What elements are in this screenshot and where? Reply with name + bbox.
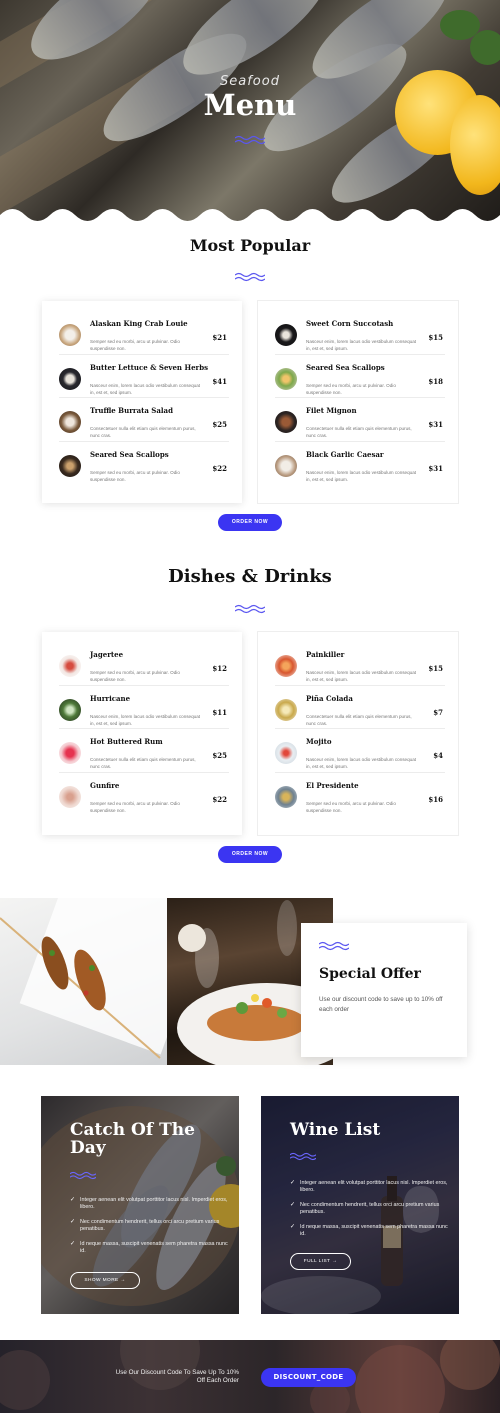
list-item: ✓ Integer aenean elit volutpat porttitor … (70, 1197, 228, 1210)
menu-item: Hurricane Nasceur enim, lorem lacus odio… (59, 686, 229, 729)
hero-banner: Seafood Menu (0, 0, 500, 222)
wave-divider-icon (70, 1171, 96, 1180)
check-icon: ✓ (70, 1197, 76, 1203)
menu-item: Filet Mignon Consectetuer nulla elit eti… (275, 398, 445, 442)
wave-divider-icon (235, 604, 265, 614)
dish-thumbnail (275, 454, 297, 477)
order-now-button[interactable]: ORDER NOW (218, 514, 282, 531)
full-list-button[interactable]: FULL LIST → (290, 1253, 351, 1270)
menu-item: Painkiller Nasceur enim, lorem lacus odi… (275, 642, 445, 686)
check-icon: ✓ (290, 1202, 296, 1208)
check-icon: ✓ (70, 1241, 76, 1247)
drink-thumbnail (59, 785, 81, 808)
drink-thumbnail (275, 742, 297, 764)
list-item: ✓ Nec condimentum hendrerit, tellus orci … (290, 1202, 440, 1215)
dish-thumbnail (59, 367, 81, 390)
wave-divider-icon (235, 272, 265, 282)
drinks-card-left: Jagertee Semper sed eu morbi, arcu ut pu… (42, 632, 242, 835)
catch-of-the-day-card: Catch Of The Day ✓ Integer aenean elit vo… (41, 1096, 239, 1314)
skewer-photo (0, 898, 167, 1065)
menu-item: Mojito Nasceur enim, lorem lacus odio ve… (275, 729, 445, 773)
drink-thumbnail (59, 742, 81, 764)
wine-bullet-list: ✓ Integer aenean elit volutpat porttitor … (290, 1180, 450, 1246)
discount-footer: Use Our Discount Code To Save Up To 10% … (0, 1340, 500, 1413)
most-popular-heading: Most Popular (189, 236, 311, 255)
hero-subtitle: Seafood (220, 74, 280, 89)
catch-bullet-list: ✓ Integer aenean elit volutpat porttitor … (70, 1197, 230, 1263)
dish-thumbnail (59, 324, 81, 346)
menu-card-left: Alaskan King Crab Louie Semper sed eu mo… (42, 301, 242, 503)
dish-thumbnail (59, 411, 81, 433)
drink-thumbnail (59, 698, 81, 721)
special-offer-text: Use our discount code to save up to 10% … (319, 996, 443, 1013)
dishes-drinks-heading: Dishes & Drinks (168, 566, 332, 587)
list-item: ✓ Nec condimentum hendrerit, tellus orci … (70, 1219, 220, 1232)
menu-item: Seared Sea Scallops Semper sed eu morbi,… (59, 442, 229, 486)
menu-item: Truffle Burrata Salad Consectetuer nulla… (59, 398, 229, 442)
menu-item: Sweet Corn Succotash Nasceur enim, lorem… (275, 311, 445, 355)
menu-item: Gunfire Semper sed eu morbi, arcu ut pul… (59, 773, 229, 817)
dish-thumbnail (275, 411, 297, 433)
drinks-card-right: Painkiller Nasceur enim, lorem lacus odi… (258, 632, 458, 835)
menu-item: Jagertee Semper sed eu morbi, arcu ut pu… (59, 642, 229, 686)
drink-thumbnail (275, 785, 297, 808)
list-item: ✓ Integer aenean elit volutpat porttitor … (290, 1180, 448, 1193)
special-offer-card: Special Offer Use our discount code to s… (301, 923, 467, 1057)
wine-list-card: Wine List ✓ Integer aenean elit volutpat … (261, 1096, 459, 1314)
list-item: ✓ Id neque massa, suscipit venenatis sem … (70, 1241, 228, 1254)
drink-thumbnail (59, 655, 81, 677)
check-icon: ✓ (290, 1224, 296, 1230)
wave-divider-icon (319, 941, 349, 951)
check-icon: ✓ (290, 1180, 296, 1186)
dish-thumbnail (59, 454, 81, 477)
menu-item: Seared Sea Scallops Semper sed eu morbi,… (275, 355, 445, 398)
skewer-illustration (0, 898, 167, 1059)
order-now-button[interactable]: ORDER NOW (218, 846, 282, 863)
footer-background (0, 1340, 500, 1413)
discount-code-button[interactable]: DISCOUNT_CODE (261, 1368, 356, 1387)
menu-item: El Presidente Semper sed eu morbi, arcu … (275, 773, 445, 817)
hero-wave-edge (0, 209, 500, 222)
dish-thumbnail (275, 367, 297, 390)
catch-title: Catch Of The Day (70, 1120, 195, 1158)
wave-divider-icon (290, 1152, 316, 1161)
special-offer-title: Special Offer (319, 966, 421, 982)
menu-item: Hot Buttered Rum Consectetuer nulla elit… (59, 729, 229, 773)
wine-title: Wine List (290, 1120, 381, 1140)
menu-item: Black Garlic Caesar Nasceur enim, lorem … (275, 442, 445, 486)
hero-title: Menu (203, 88, 297, 122)
menu-item: Piña Colada Consectetuer nulla elit etia… (275, 686, 445, 729)
menu-item: Butter Lettuce & Seven Herbs Nasceur eni… (59, 355, 229, 398)
wave-divider-icon (235, 135, 265, 145)
list-item: ✓ Id neque massa, suscipit venenatis sem … (290, 1224, 448, 1237)
menu-item: Alaskan King Crab Louie Semper sed eu mo… (59, 311, 229, 355)
menu-card-right: Sweet Corn Succotash Nasceur enim, lorem… (258, 301, 458, 503)
discount-text: Use Our Discount Code To Save Up To 10% … (115, 1369, 239, 1384)
show-more-button[interactable]: SHOW MORE → (70, 1272, 140, 1289)
drink-thumbnail (275, 655, 297, 677)
dish-thumbnail (275, 324, 297, 346)
drink-thumbnail (275, 698, 297, 721)
check-icon: ✓ (70, 1219, 76, 1225)
